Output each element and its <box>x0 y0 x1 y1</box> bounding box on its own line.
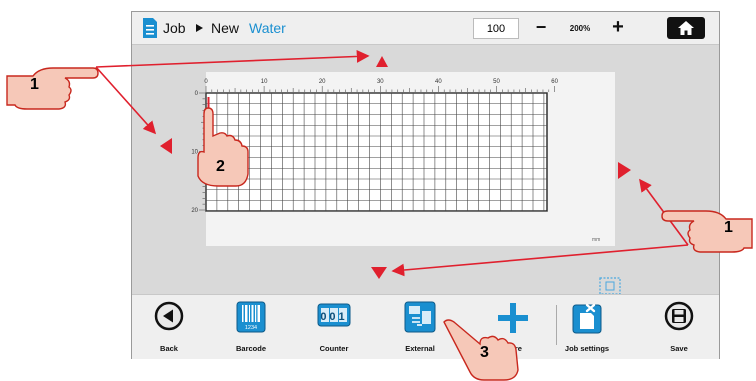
callout-marker-3: 3 <box>480 344 489 361</box>
callout-marker-1: 1 <box>30 76 39 93</box>
callout-marker-1-right: 1 <box>724 219 733 236</box>
callout-lines <box>95 50 689 277</box>
pointing-hand-icon <box>661 210 753 253</box>
pointing-hand-icon <box>6 67 99 110</box>
callout-marker-2: 2 <box>216 158 225 175</box>
